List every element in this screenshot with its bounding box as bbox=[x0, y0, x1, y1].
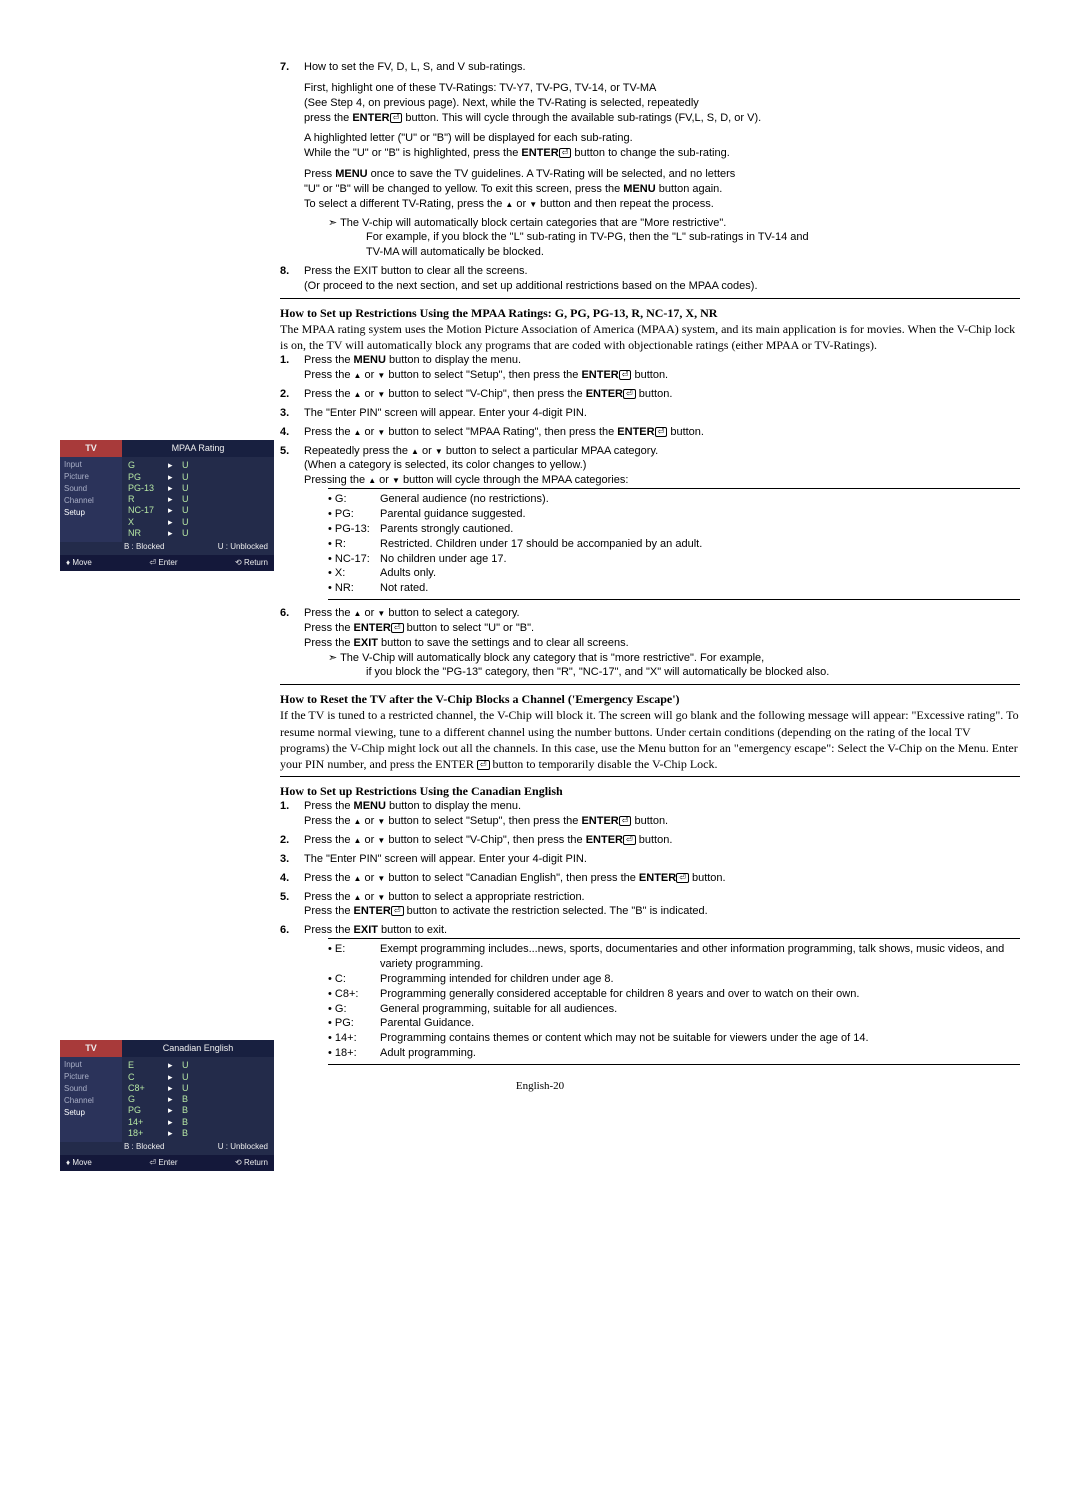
canadian-english-section: How to Set up Restrictions Using the Can… bbox=[280, 783, 1020, 1065]
osd-title: Canadian English bbox=[122, 1040, 274, 1057]
down-icon bbox=[529, 198, 537, 210]
step7-title: How to set the FV, D, L, S, and V sub-ra… bbox=[304, 60, 1020, 75]
ceng-defs-table: • E:Exempt programming includes...news, … bbox=[328, 938, 1020, 1065]
note-bullet: The V-Chip will automatically block any … bbox=[328, 651, 1020, 666]
enter-icon: ⏎ bbox=[390, 113, 403, 123]
ceng-heading: How to Set up Restrictions Using the Can… bbox=[280, 783, 1020, 799]
enter-icon: ⏎ bbox=[676, 873, 689, 883]
mpaa-section: How to Set up Restrictions Using the MPA… bbox=[280, 298, 1020, 680]
enter-icon: ⏎ bbox=[391, 906, 404, 916]
reset-section: How to Reset the TV after the V-Chip Blo… bbox=[280, 684, 1020, 777]
osd-ratings-list: G▸UPG▸UPG-13▸UR▸UNC-17▸UX▸UNR▸U bbox=[122, 457, 274, 542]
osd-move: ♦ Move bbox=[66, 1158, 92, 1168]
enter-icon: ⏎ bbox=[619, 370, 632, 380]
osd-return: ⟲ Return bbox=[235, 1158, 268, 1168]
osd-mpaa-rating: TV MPAA Rating Input Picture Sound Chann… bbox=[60, 440, 274, 571]
enter-icon: ⏎ bbox=[391, 623, 404, 633]
enter-icon: ⏎ bbox=[655, 427, 668, 437]
mpaa-defs-table: • G:General audience (no restrictions).•… bbox=[328, 488, 1020, 600]
enter-icon: ⏎ bbox=[477, 760, 490, 770]
osd-tv-label: TV bbox=[60, 1040, 122, 1057]
osd-side-menu: Input Picture Sound Channel Setup bbox=[60, 457, 122, 542]
up-icon bbox=[411, 445, 419, 457]
down-icon bbox=[435, 445, 443, 457]
step-7: 7. How to set the FV, D, L, S, and V sub… bbox=[280, 60, 1020, 294]
osd-canadian-english: TV Canadian English Input Picture Sound … bbox=[60, 1040, 274, 1171]
enter-icon: ⏎ bbox=[619, 816, 632, 826]
osd-title: MPAA Rating bbox=[122, 440, 274, 457]
enter-icon: ⏎ bbox=[623, 835, 636, 845]
down-icon bbox=[392, 474, 400, 486]
osd-side-menu: Input Picture Sound Channel Setup bbox=[60, 1057, 122, 1142]
osd-move: ♦ Move bbox=[66, 558, 92, 568]
osd-enter: ⏎ Enter bbox=[149, 558, 177, 568]
osd-ratings-list: E▸UC▸UC8+▸UG▸BPG▸B14+▸B18+▸B bbox=[122, 1057, 274, 1142]
note-bullet: The V-chip will automatically block cert… bbox=[328, 216, 1020, 231]
osd-enter: ⏎ Enter bbox=[149, 1158, 177, 1168]
mpaa-heading: How to Set up Restrictions Using the MPA… bbox=[280, 305, 1020, 321]
enter-icon: ⏎ bbox=[559, 148, 572, 158]
osd-return: ⟲ Return bbox=[235, 558, 268, 568]
reset-heading: How to Reset the TV after the V-Chip Blo… bbox=[280, 691, 1020, 707]
osd-tv-label: TV bbox=[60, 440, 122, 457]
up-icon bbox=[368, 474, 376, 486]
enter-icon: ⏎ bbox=[623, 389, 636, 399]
